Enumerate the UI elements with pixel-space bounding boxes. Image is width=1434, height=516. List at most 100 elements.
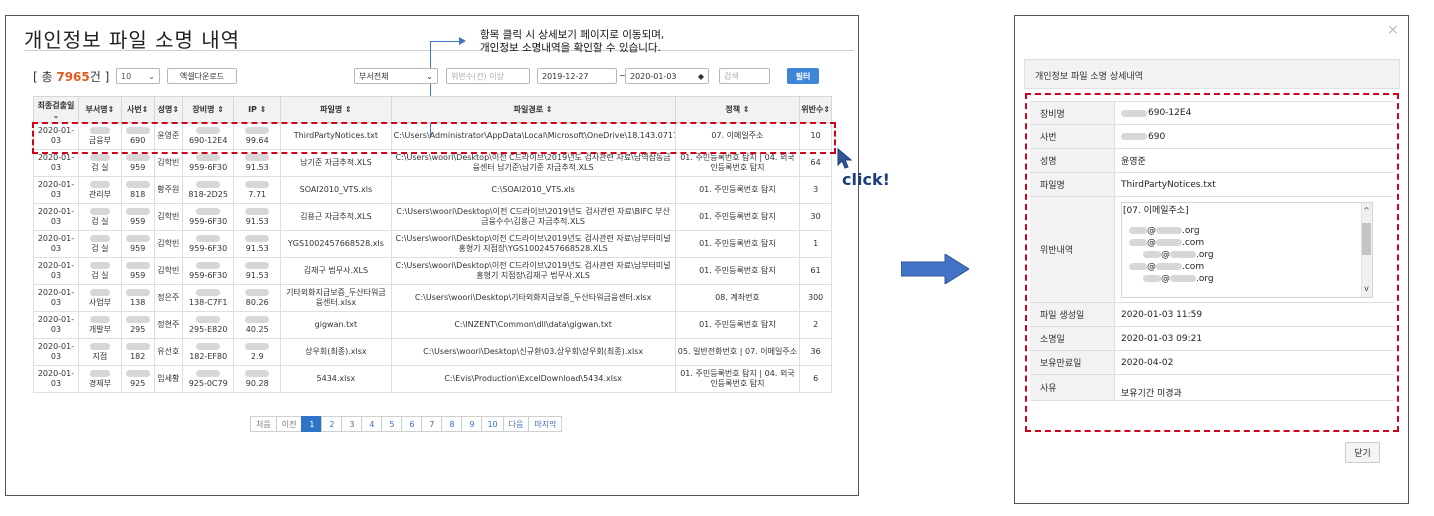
cell-text: C:\INZENT\Common\dll\data\gigwan.txt [454, 320, 612, 329]
table-row[interactable]: 2020-01-03 지점 182 유선호 182-EF80 2.9 상우회(최종).xls… [33, 338, 832, 366]
page-button[interactable]: 6 [401, 416, 423, 432]
table-row[interactable]: 2020-01-03 검 실 959 김학빈 959-6F30 91.53 김용근 자금추적… [33, 203, 832, 231]
cell-count: 6 [799, 365, 832, 393]
page-button[interactable]: 다음 [502, 416, 530, 432]
table-row[interactable]: 2020-01-03 경제부 925 임세황 925-0C79 90.28 5434.xls… [33, 365, 832, 393]
cell-text: 황주원 [157, 185, 180, 194]
cell-text: 138-C7F1 [188, 297, 228, 307]
col-header[interactable]: 장비명 ⇕ [182, 96, 235, 123]
cell-file: 5434.xlsx [280, 365, 392, 393]
cell-emp: 959 [120, 230, 155, 258]
scrollbar[interactable]: ^ v [1361, 202, 1372, 297]
sort-icon: ⇕ [107, 105, 115, 114]
cell-text: 959-6F30 [189, 216, 228, 226]
detail-value: 2020-01-03 09:21 [1115, 327, 1394, 350]
cell-text: 90.28 [245, 378, 269, 388]
close-icon[interactable]: × [1387, 22, 1399, 38]
cell-text: gigwan.txt [314, 320, 358, 329]
cell-name: 황주원 [153, 176, 184, 204]
detail-row: 파일 생성일 2020-01-03 11:59 [1030, 303, 1394, 327]
cell-dept: 경제부 [77, 365, 122, 393]
detail-value-text: ThirdPartyNotices.txt [1121, 179, 1216, 190]
date-from-input[interactable]: 2019-12-27 [537, 68, 617, 84]
col-header[interactable]: 파일경로 ⇕ [390, 96, 676, 123]
department-select[interactable]: 부서전체 ⌄ [354, 68, 438, 84]
close-button[interactable]: 닫기 [1345, 442, 1380, 463]
col-header[interactable]: 사번⇕ [120, 96, 155, 123]
scroll-up-icon[interactable]: ^ [1362, 205, 1371, 217]
page-button[interactable]: 1 [301, 416, 323, 432]
detail-key: 위반내역 [1030, 197, 1115, 302]
violations-scroll-area[interactable]: [07. 이메일주소] @ .org @ .com @ .org @ .com @ .org ^ v [1121, 201, 1373, 298]
cell-dept: 검 실 [77, 257, 122, 285]
page-button[interactable]: 8 [441, 416, 463, 432]
table-row[interactable]: 2020-01-03 관리부 818 황주원 818-2D25 7.71 SOAI2010_… [33, 176, 832, 204]
page-button[interactable]: 10 [481, 416, 504, 432]
masked-value [125, 342, 150, 350]
excel-download-button[interactable]: 엑셀다운로드 [167, 68, 237, 84]
page-button[interactable]: 5 [381, 416, 403, 432]
page-size-select[interactable]: 10 ⌄ [116, 68, 160, 84]
masked-value [196, 153, 221, 161]
cell-policy: 01. 주민등록번호 탐지 [674, 311, 801, 339]
col-header[interactable]: 최종검출일 ⌄ [33, 96, 79, 123]
page-button[interactable]: 마지막 [528, 416, 563, 432]
cell-text: YGS1002457668528.xls [287, 239, 384, 248]
cell-file: 김재구 법무사.XLS [280, 257, 392, 285]
cell-device: 959-6F30 [182, 230, 235, 258]
page-button[interactable]: 2 [321, 416, 343, 432]
filter-button[interactable]: 필터 [787, 68, 819, 84]
page-button[interactable]: 처음 [250, 416, 277, 432]
cell-policy: 01. 주민등록번호 탐지 | 04. 외국인등록번호 탐지 [674, 365, 801, 393]
cell-date: 2020-01-03 [33, 230, 79, 258]
cell-text: 김학빈 [157, 158, 180, 167]
cell-dept: 지점 [77, 338, 122, 366]
highlighted-row-outline [32, 122, 836, 154]
table-row[interactable]: 2020-01-03 검 실 959 김학빈 959-6F30 91.53 김재구 법무사.… [33, 257, 832, 285]
page-button[interactable]: 3 [341, 416, 363, 432]
col-header[interactable]: 파일명 ⇕ [280, 96, 392, 123]
page-button[interactable]: 9 [461, 416, 483, 432]
cell-text: 검 실 [91, 162, 109, 172]
detail-value-text: 윤영준 [1121, 157, 1146, 167]
cell-dept: 관리부 [77, 176, 122, 204]
cell-text: 김학빈 [157, 212, 180, 221]
col-header[interactable]: 성명⇕ [153, 96, 184, 123]
masked-value [245, 288, 270, 296]
mouse-pointer-icon [837, 147, 853, 169]
cell-text: 관리부 [88, 189, 111, 199]
table-row[interactable]: 2020-01-03 사업부 138 정은주 138-C7F1 80.26 기타외화지급보증… [33, 284, 832, 312]
cell-name: 김학빈 [153, 257, 184, 285]
search-input[interactable]: 검색 [719, 68, 770, 84]
detail-key: 사번 [1030, 125, 1115, 148]
date-to-input[interactable]: 2020-01-03 ◆ [625, 68, 709, 84]
page-button[interactable]: 7 [421, 416, 443, 432]
cell-count: 2 [799, 311, 832, 339]
violation-count-input[interactable]: 위반수(건) 이상 [446, 68, 530, 84]
cell-text: 3 [813, 185, 819, 194]
total-value: 7965 [56, 70, 90, 84]
table-row[interactable]: 2020-01-03 개발부 295 정현주 295-E820 40.25 gigwan.t… [33, 311, 832, 339]
col-header[interactable]: 위반수⇕ [799, 96, 832, 123]
cell-text: 정현주 [157, 320, 180, 329]
page-button[interactable]: 4 [361, 416, 383, 432]
cell-text: 36 [810, 347, 821, 356]
scroll-down-icon[interactable]: v [1362, 283, 1371, 295]
cell-emp: 138 [120, 284, 155, 312]
table-row[interactable]: 2020-01-03 검 실 959 김학빈 959-6F30 91.53 YGS10024… [33, 230, 832, 258]
col-header[interactable]: IP ⇕ [233, 96, 282, 123]
masked-value [89, 261, 110, 269]
cell-text: 01. 주민등록번호 탐지 [699, 266, 776, 275]
col-header[interactable]: 부서명⇕ [77, 96, 122, 123]
masked-value [196, 315, 221, 323]
masked-value [89, 180, 110, 188]
cell-device: 138-C7F1 [182, 284, 235, 312]
cell-text: 김재구 법무사.XLS [303, 266, 369, 275]
cell-text: 40.25 [245, 324, 269, 334]
page-button[interactable]: 이전 [275, 416, 303, 432]
col-header[interactable]: 정책 ⇕ [674, 96, 801, 123]
scroll-thumb[interactable] [1362, 222, 1371, 255]
cell-text: 2020-01-03 [37, 369, 75, 388]
cell-text: 기타외화지급보증_두산타워금융센터.xlsx [286, 288, 386, 307]
cell-text: 295-E820 [188, 324, 228, 334]
